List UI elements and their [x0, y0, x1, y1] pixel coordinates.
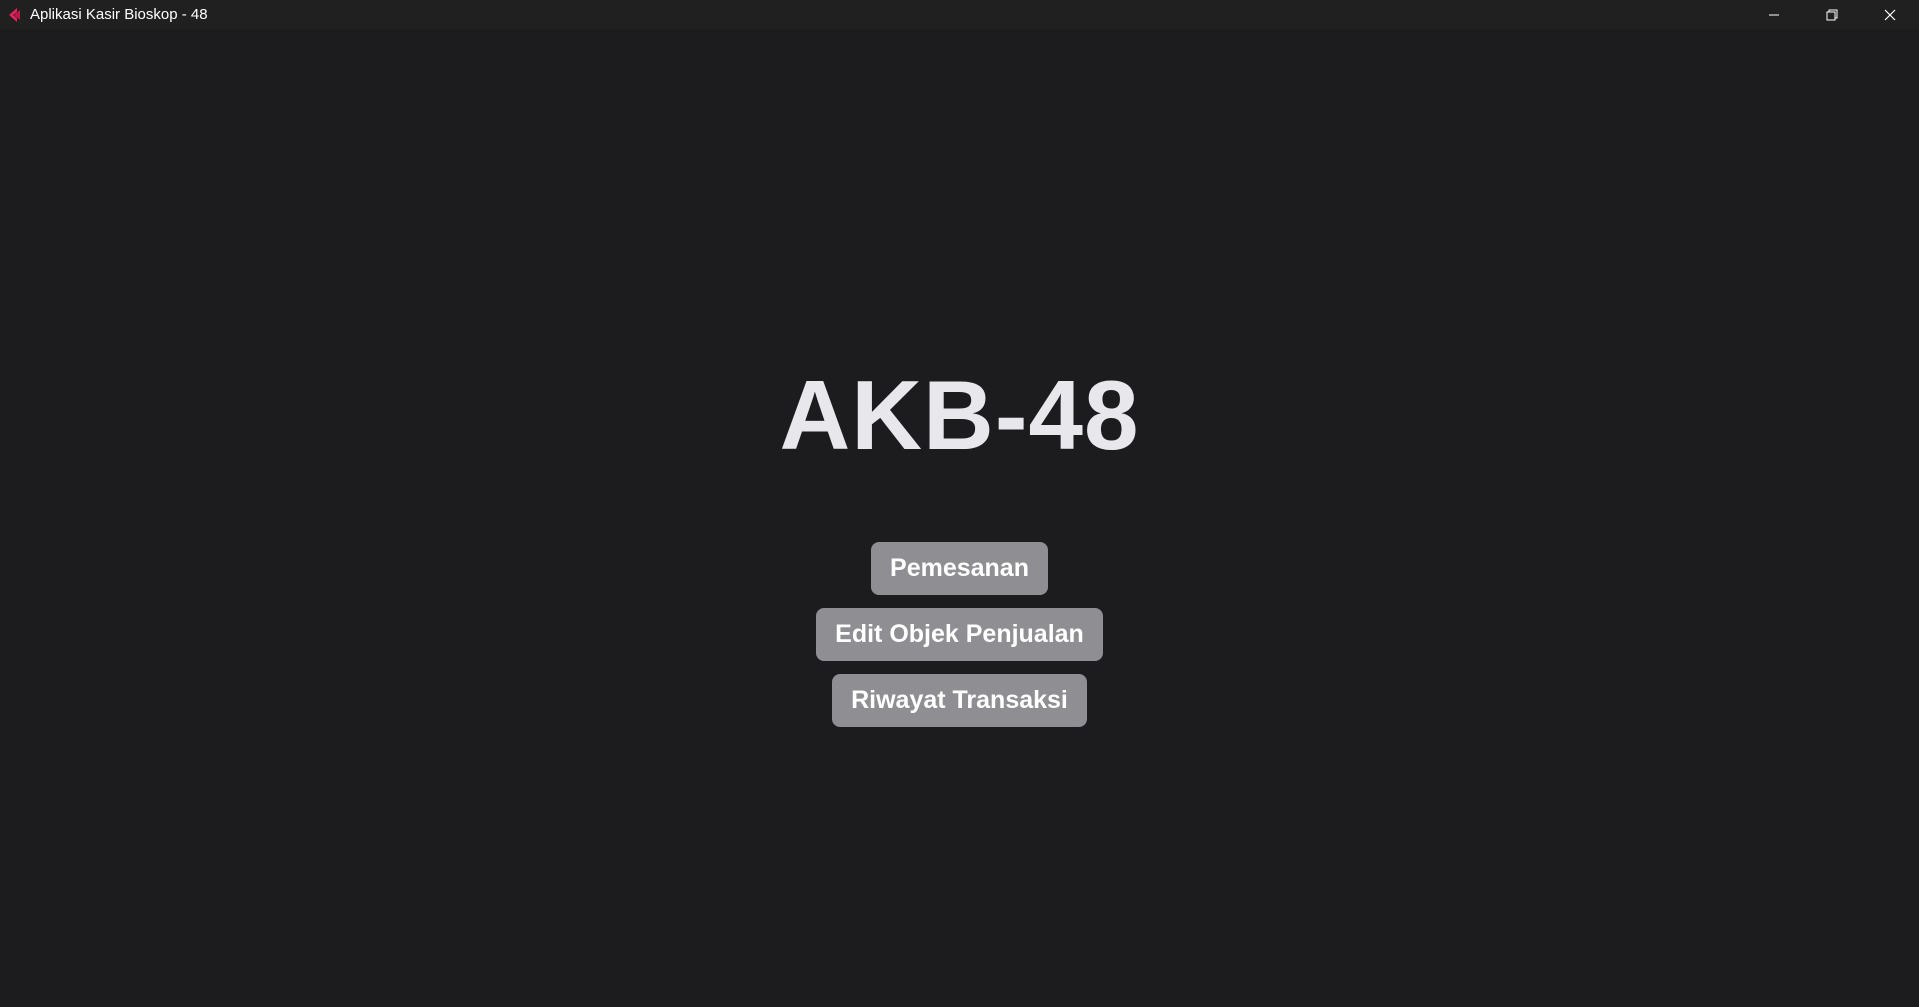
minimize-icon — [1769, 14, 1779, 15]
app-name-heading: AKB-48 — [779, 360, 1140, 470]
restore-button[interactable] — [1803, 0, 1861, 29]
main-menu: Pemesanan Edit Objek Penjualan Riwayat T… — [0, 542, 1919, 727]
edit-objek-penjualan-button[interactable]: Edit Objek Penjualan — [816, 608, 1103, 661]
main-content: AKB-48 Pemesanan Edit Objek Penjualan Ri… — [0, 29, 1919, 1007]
close-icon — [1884, 9, 1896, 20]
window-controls — [1745, 0, 1919, 29]
restore-icon — [1826, 9, 1838, 20]
pemesanan-button[interactable]: Pemesanan — [871, 542, 1048, 595]
window-title: Aplikasi Kasir Bioskop - 48 — [30, 6, 208, 23]
app-icon — [9, 7, 20, 22]
title-bar: Aplikasi Kasir Bioskop - 48 — [0, 0, 1919, 29]
close-button[interactable] — [1861, 0, 1919, 29]
riwayat-transaksi-button[interactable]: Riwayat Transaksi — [832, 674, 1087, 727]
minimize-button[interactable] — [1745, 0, 1803, 29]
